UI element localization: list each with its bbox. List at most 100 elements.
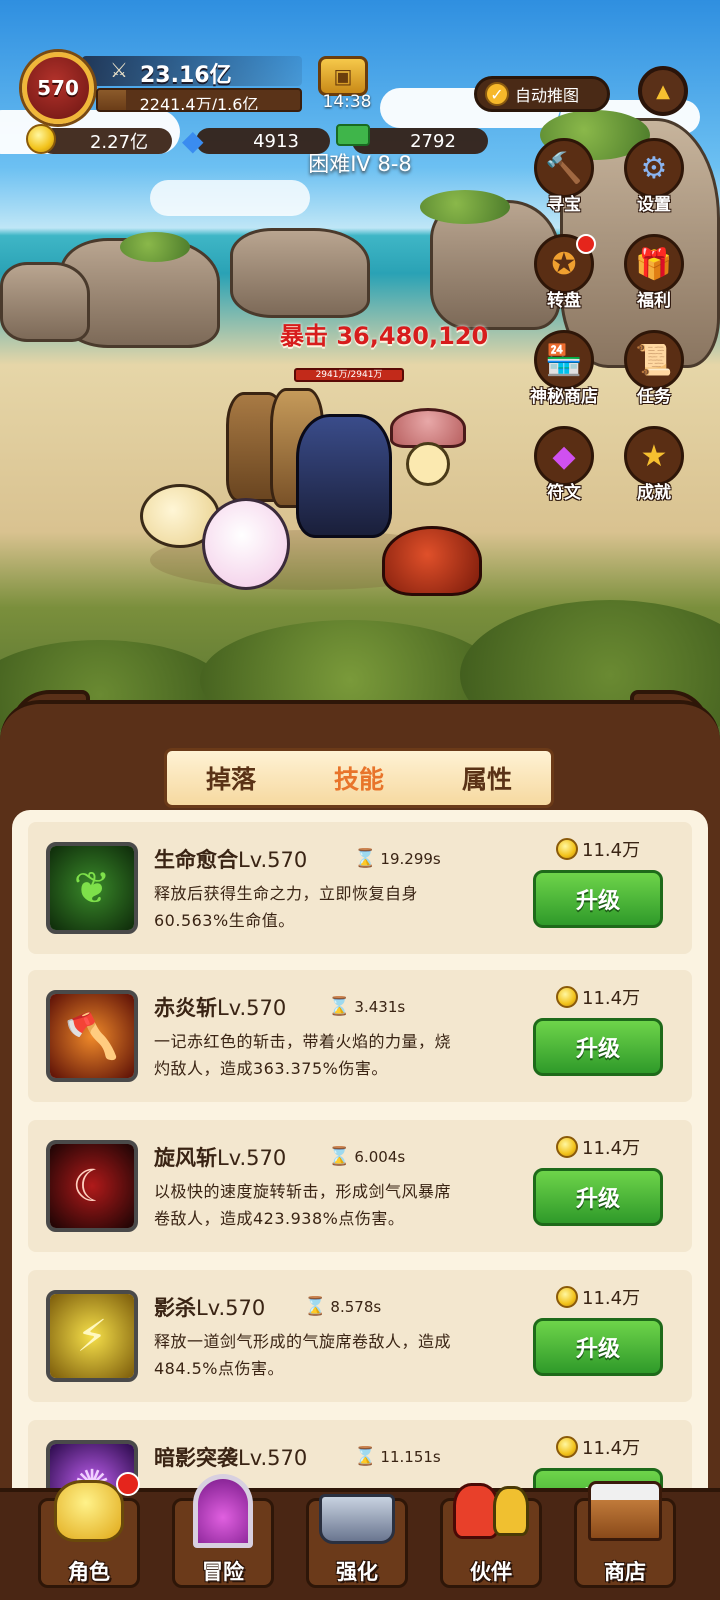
cooldown: ⌛ 19.299s xyxy=(354,848,441,869)
desc-line: 释放一道剑气形成的气旋席卷敌人，造成 xyxy=(154,1332,452,1351)
side-button-wheel[interactable]: ✪ 转盘 xyxy=(524,234,604,318)
skill-description: 一记赤红色的斩击，带着火焰的力量，烧 灼敌人，造成363.375%伤害。 xyxy=(154,1028,534,1082)
nav-label: 伙伴 xyxy=(470,1560,512,1584)
stage-label: 困难IV 8-8 xyxy=(308,152,412,176)
tab-drops[interactable]: 掉落 xyxy=(192,760,270,796)
checkmark-icon: ✓ xyxy=(485,82,509,106)
side-label: 福利 xyxy=(637,291,671,311)
skill-level: Lv.570 xyxy=(217,1146,287,1170)
gear-icon: ⚙ xyxy=(624,138,684,198)
enemy-hp-bar: 2941万/2941万 xyxy=(294,368,404,382)
player-level: 570 xyxy=(37,76,79,100)
skill-card: 🪓 赤炎斩Lv.570 ⌛ 3.431s 一记赤红色的斩击，带着火焰的力量，烧 灼敌… xyxy=(28,970,692,1102)
nav-shop[interactable]: 商店 xyxy=(566,1468,684,1596)
gold-coin-icon xyxy=(556,1136,578,1158)
desc-line: 以极快的速度旋转斩击，形成剑气风暴席 xyxy=(154,1182,452,1201)
whirlwind-icon: ☾ xyxy=(46,1140,138,1232)
hourglass-icon: ⌛ xyxy=(304,1296,327,1317)
side-button-treasure[interactable]: 🔨 寻宝 xyxy=(524,138,604,222)
nav-partner[interactable]: 伙伴 xyxy=(432,1468,550,1596)
side-button-settings[interactable]: ⚙ 设置 xyxy=(614,138,694,222)
anvil-icon xyxy=(316,1468,398,1554)
cooldown-value: 11.151s xyxy=(380,1447,441,1466)
cooldown: ⌛ 11.151s xyxy=(354,1446,441,1467)
side-button-runes[interactable]: ◆ 符文 xyxy=(524,426,604,510)
gold-coin-icon xyxy=(556,838,578,860)
tab-attributes[interactable]: 属性 xyxy=(448,760,526,796)
cooldown-value: 8.578s xyxy=(330,1297,382,1316)
side-button-welfare[interactable]: 🎁 福利 xyxy=(614,234,694,318)
upgrade-button[interactable]: 升级 xyxy=(533,1318,663,1376)
cost-value: 11.4万 xyxy=(582,1288,641,1309)
exp-bar: 2241.4万/1.6亿 xyxy=(96,88,302,112)
skill-title: 生命愈合 xyxy=(154,848,238,872)
skill-name: 影杀Lv.570 xyxy=(154,1292,265,1322)
cooldown-value: 3.431s xyxy=(354,997,406,1016)
nav-character[interactable]: 角色 xyxy=(30,1468,148,1596)
upgrade-cost: 11.4万 xyxy=(556,1134,640,1160)
skill-level: Lv.570 xyxy=(196,1296,266,1320)
scroll-icon: 📜 xyxy=(624,330,684,390)
cost-value: 11.4万 xyxy=(582,988,641,1009)
side-button-achievements[interactable]: ★ 成就 xyxy=(614,426,694,510)
triangle-up-icon: ▲ xyxy=(656,80,670,102)
hourglass-icon: ⌛ xyxy=(354,848,377,869)
cooldown: ⌛ 3.431s xyxy=(328,996,405,1017)
player-level-badge[interactable]: 570 xyxy=(22,52,94,124)
desc-line: 60.563%生命值。 xyxy=(154,911,295,930)
cost-value: 11.4万 xyxy=(582,1438,641,1459)
rock xyxy=(0,262,90,342)
gift-icon: 🎁 xyxy=(624,234,684,294)
skill-name: 生命愈合Lv.570 xyxy=(154,844,307,874)
leaf-heal-icon: ❦ xyxy=(46,842,138,934)
desc-line: 一记赤红色的斩击，带着火焰的力量，烧 xyxy=(154,1032,452,1051)
skill-description: 释放一道剑气形成的气旋席卷敌人，造成 484.5%点伤害。 xyxy=(154,1328,534,1382)
star-icon: ★ xyxy=(624,426,684,486)
nav-enhance[interactable]: 强化 xyxy=(298,1468,416,1596)
nav-label: 商店 xyxy=(604,1560,646,1584)
side-label: 符文 xyxy=(547,483,581,503)
desc-line: 释放后获得生命之力，立即恢复自身 xyxy=(154,884,419,903)
store-icon xyxy=(584,1468,666,1554)
skill-name: 赤炎斩Lv.570 xyxy=(154,992,286,1022)
cooldown: ⌛ 8.578s xyxy=(304,1296,381,1317)
cost-value: 11.4万 xyxy=(582,840,641,861)
cooldown: ⌛ 6.004s xyxy=(328,1146,405,1167)
upgrade-cost: 11.4万 xyxy=(556,1284,640,1310)
upgrade-button[interactable]: 升级 xyxy=(533,1018,663,1076)
cloud xyxy=(150,180,310,216)
skill-level: Lv.570 xyxy=(217,996,287,1020)
rabbit-pet xyxy=(202,498,290,590)
skill-name: 旋风斩Lv.570 xyxy=(154,1142,286,1172)
chest-button[interactable]: ▣ xyxy=(318,56,368,96)
chest-timer: 14:38 xyxy=(322,92,372,112)
notification-badge xyxy=(576,234,596,254)
cooldown-value: 6.004s xyxy=(354,1147,406,1166)
mushroom-enemy-body xyxy=(406,442,450,486)
cash-icon xyxy=(336,124,370,146)
lava-turtle-enemy xyxy=(382,526,482,596)
tab-skills[interactable]: 技能 xyxy=(320,760,398,796)
upgrade-button[interactable]: 升级 xyxy=(533,870,663,928)
nav-adventure[interactable]: 冒险 xyxy=(164,1468,282,1596)
skill-level: Lv.570 xyxy=(238,1446,308,1470)
upgrade-cost: 11.4万 xyxy=(556,1434,640,1460)
portal-icon xyxy=(182,1468,264,1554)
combat-power: 23.16亿 xyxy=(140,63,232,88)
auto-push-toggle[interactable]: ✓ 自动推图 xyxy=(474,76,610,112)
skill-level: Lv.570 xyxy=(238,848,308,872)
gem-icon: ◆ xyxy=(534,426,594,486)
hourglass-icon: ⌛ xyxy=(354,1446,377,1467)
crossed-swords-icon: ⚔ xyxy=(110,58,128,82)
side-button-quests[interactable]: 📜 任务 xyxy=(614,330,694,414)
nav-label: 冒险 xyxy=(202,1560,244,1584)
auto-push-label: 自动推图 xyxy=(515,86,580,105)
side-button-mystery-shop[interactable]: 🏪 神秘商店 xyxy=(524,330,604,414)
hero-knight xyxy=(296,414,392,538)
upgrade-button[interactable]: 升级 xyxy=(533,1168,663,1226)
hourglass-icon: ⌛ xyxy=(328,1146,351,1167)
gold-coin-icon xyxy=(556,1286,578,1308)
cost-value: 11.4万 xyxy=(582,1138,641,1159)
collapse-button[interactable]: ▲ xyxy=(638,66,688,116)
gold-coin-icon xyxy=(556,1436,578,1458)
